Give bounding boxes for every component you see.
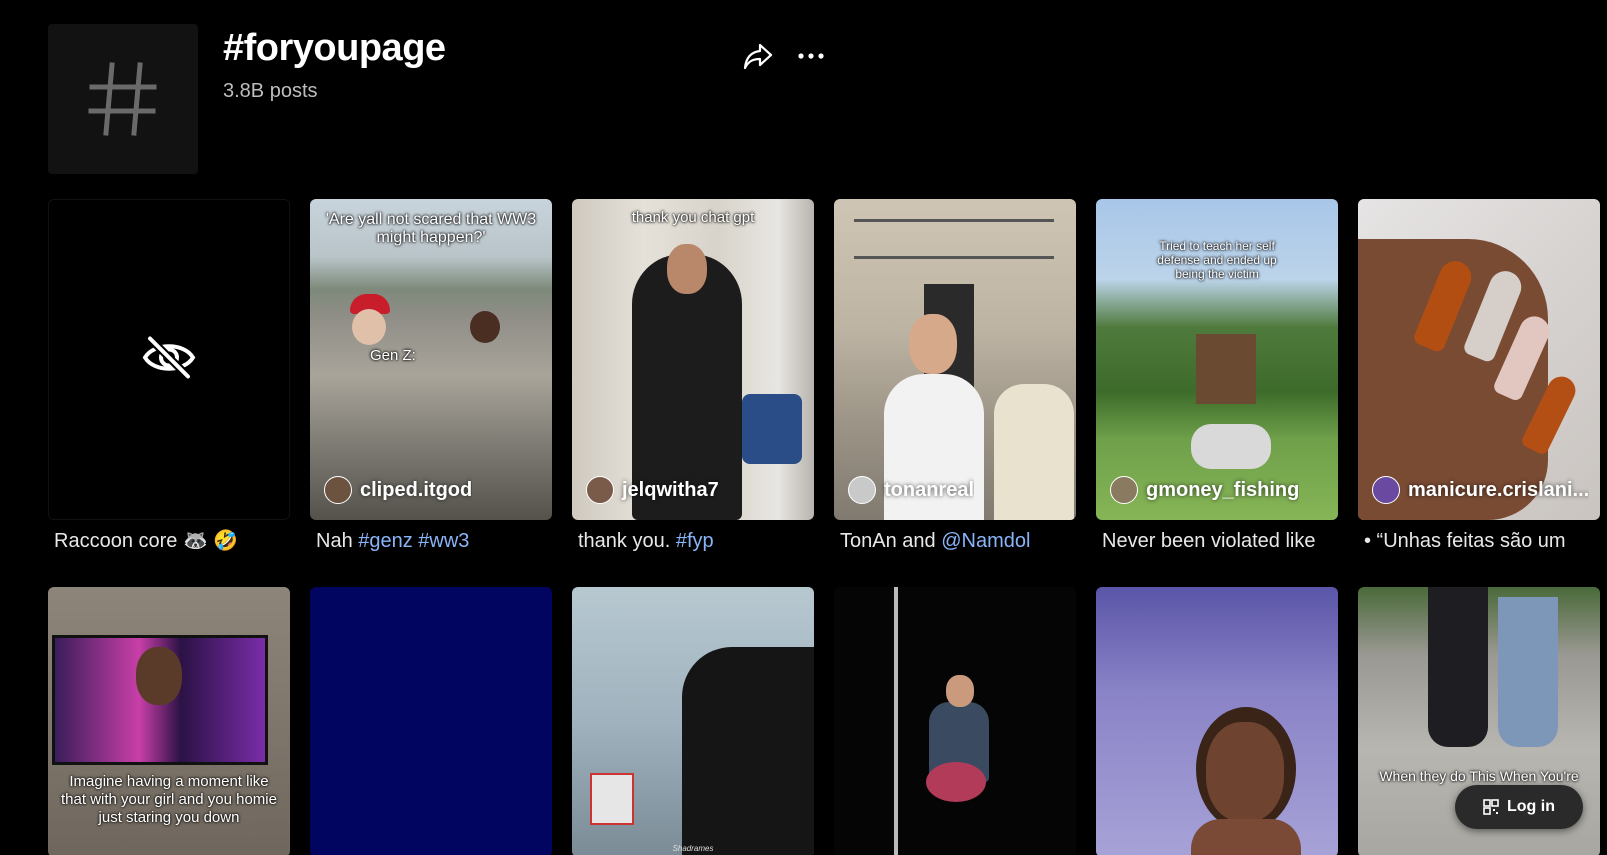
video-card[interactable]: Imagine having a moment like that with y… bbox=[48, 587, 290, 855]
login-button[interactable]: Log in bbox=[1455, 785, 1583, 829]
video-card[interactable]: 'Are yall not scared that WW3 might happ… bbox=[310, 199, 552, 552]
author-avatar bbox=[848, 476, 876, 504]
video-thumbnail[interactable]: manicure.crislani... bbox=[1358, 199, 1600, 520]
caption-hashtags[interactable]: #genz #ww3 bbox=[358, 530, 469, 552]
person-dark-coat bbox=[682, 647, 814, 855]
video-card[interactable]: Raccoon core 🦝 🤣 bbox=[48, 199, 290, 552]
video-overlay-text: Imagine having a moment like that with y… bbox=[61, 773, 277, 826]
video-card[interactable]: tonanreal TonAn and @Namdol bbox=[834, 199, 1076, 552]
person-shirt bbox=[1191, 424, 1271, 469]
video-caption[interactable]: Never been violated like bbox=[1102, 528, 1362, 554]
person-head bbox=[946, 675, 974, 707]
tag-avatar bbox=[48, 24, 198, 174]
person-head bbox=[667, 244, 707, 294]
caption-text: thank you. bbox=[578, 530, 676, 552]
author-avatar bbox=[324, 476, 352, 504]
video-author[interactable]: jelqwitha7 bbox=[586, 476, 719, 504]
video-card[interactable]: thank you chat gpt jelqwitha7 thank you.… bbox=[572, 199, 814, 552]
balcony-railing bbox=[854, 219, 1054, 259]
share-button[interactable] bbox=[738, 36, 778, 76]
hash-icon bbox=[88, 62, 157, 136]
video-thumbnail[interactable] bbox=[834, 587, 1076, 855]
author-name: manicure.crislani... bbox=[1408, 478, 1590, 501]
video-card[interactable]: Shadrames bbox=[572, 587, 814, 855]
video-card[interactable] bbox=[1096, 587, 1338, 855]
video-thumbnail[interactable] bbox=[1096, 587, 1338, 855]
video-author[interactable]: cliped.itgod bbox=[324, 476, 472, 504]
author-name: jelqwitha7 bbox=[622, 478, 719, 501]
mic-stand bbox=[894, 587, 898, 855]
eye-slash-icon bbox=[142, 334, 196, 385]
video-caption[interactable]: TonAn and @Namdol bbox=[840, 528, 1100, 554]
video-overlay-text: thank you chat gpt bbox=[631, 209, 755, 226]
video-thumbnail[interactable]: tonanreal bbox=[834, 199, 1076, 520]
author-avatar bbox=[1372, 476, 1400, 504]
login-label: Log in bbox=[1507, 798, 1555, 815]
person-head bbox=[352, 309, 386, 345]
video-card[interactable]: Tried to teach her self defense and ende… bbox=[1096, 199, 1338, 552]
more-dots-icon bbox=[798, 53, 824, 59]
qr-code-icon bbox=[1483, 799, 1499, 815]
video-thumbnail[interactable]: 'Are yall not scared that WW3 might happ… bbox=[310, 199, 552, 520]
person-head bbox=[470, 311, 500, 343]
shoulders bbox=[1191, 819, 1301, 855]
more-button[interactable] bbox=[791, 36, 831, 76]
author-name: cliped.itgod bbox=[360, 478, 473, 501]
post-count: 3.8B posts bbox=[223, 80, 318, 102]
video-card[interactable]: manicure.crislani... • “Unhas feitas são… bbox=[1358, 199, 1600, 552]
author-avatar bbox=[1110, 476, 1138, 504]
caption-mention[interactable]: @Namdol bbox=[941, 530, 1030, 552]
person-jeans bbox=[1498, 597, 1558, 747]
video-caption[interactable]: • “Unhas feitas são um bbox=[1364, 528, 1607, 554]
video-caption[interactable]: Nah #genz #ww3 bbox=[316, 528, 576, 554]
person-head bbox=[136, 647, 182, 705]
video-thumbnail[interactable] bbox=[310, 587, 552, 855]
video-caption[interactable]: Raccoon core 🦝 🤣 bbox=[54, 528, 314, 554]
video-overlay-text: Gen Z: bbox=[370, 347, 416, 364]
video-author[interactable]: gmoney_fishing bbox=[1110, 476, 1299, 504]
video-caption[interactable]: thank you. #fyp bbox=[578, 528, 838, 554]
warning-sign bbox=[590, 773, 634, 825]
share-arrow-icon bbox=[743, 43, 773, 70]
caption-text: Nah bbox=[316, 530, 359, 552]
video-card[interactable] bbox=[834, 587, 1076, 855]
author-avatar bbox=[586, 476, 614, 504]
tag-header: #foryoupage 3.8B posts bbox=[48, 24, 948, 174]
video-author[interactable]: manicure.crislani... bbox=[1372, 476, 1589, 504]
person-legs bbox=[1428, 587, 1488, 747]
page-title: #foryoupage bbox=[223, 27, 446, 69]
caption-hashtags[interactable]: #fyp bbox=[676, 530, 714, 552]
treehouse bbox=[1196, 334, 1256, 404]
person-face bbox=[1206, 722, 1284, 822]
watermark-text: Shadrames bbox=[672, 844, 714, 853]
person-head bbox=[909, 314, 957, 374]
cream-shirt bbox=[994, 384, 1074, 520]
caption-text: TonAn and bbox=[840, 530, 942, 552]
author-name: tonanreal bbox=[884, 478, 975, 501]
video-thumbnail[interactable]: thank you chat gpt jelqwitha7 bbox=[572, 199, 814, 520]
video-overlay-text: Tried to teach her self defense and ende… bbox=[1157, 239, 1277, 281]
video-card[interactable] bbox=[310, 587, 552, 855]
video-thumbnail[interactable]: Shadrames bbox=[572, 587, 814, 855]
video-thumbnail[interactable]: Imagine having a moment like that with y… bbox=[48, 587, 290, 855]
author-name: gmoney_fishing bbox=[1146, 478, 1300, 501]
guitar bbox=[926, 762, 986, 802]
video-thumbnail-hidden[interactable] bbox=[48, 199, 290, 520]
video-thumbnail[interactable]: Tried to teach her self defense and ende… bbox=[1096, 199, 1338, 520]
blue-chair bbox=[742, 394, 802, 464]
video-author[interactable]: tonanreal bbox=[848, 476, 974, 504]
video-overlay-text: 'Are yall not scared that WW3 might happ… bbox=[325, 211, 537, 246]
